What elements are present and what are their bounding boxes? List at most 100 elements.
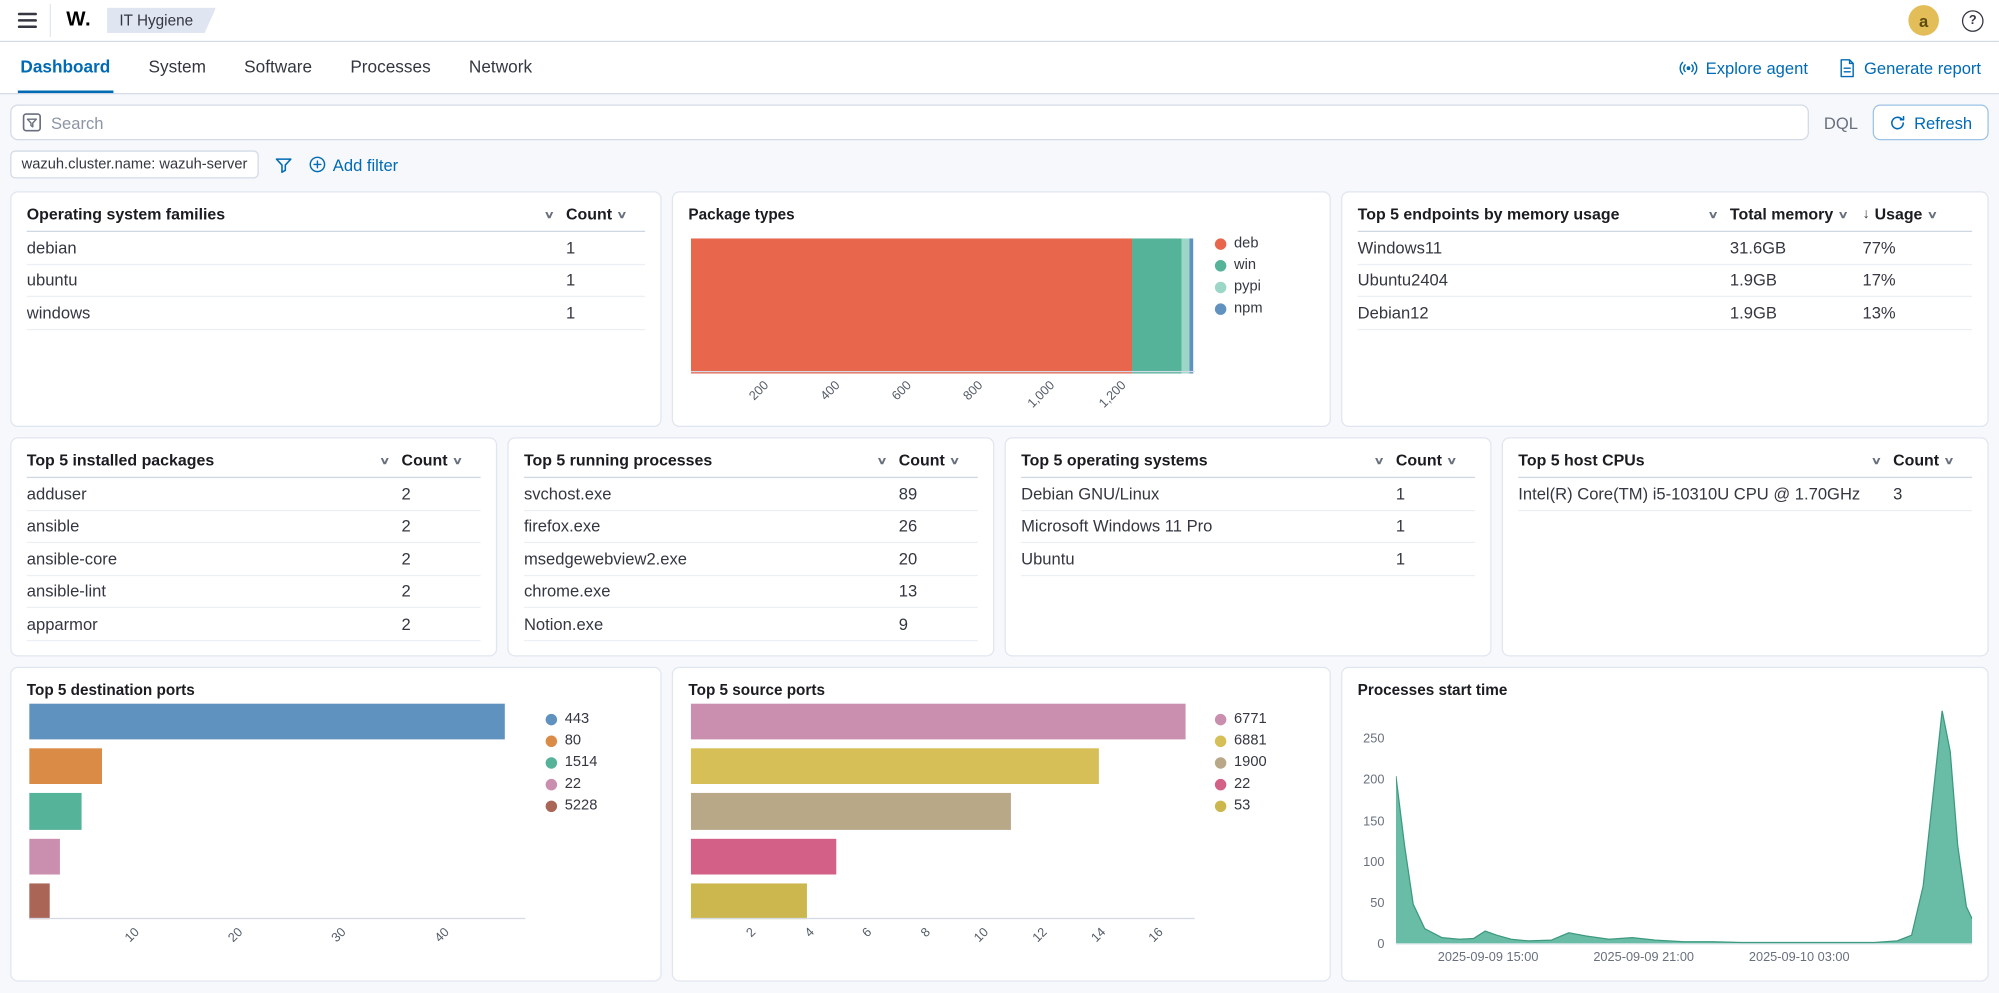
breadcrumb-it-hygiene[interactable]: IT Hygiene	[107, 8, 216, 33]
help-icon[interactable]: ?	[1962, 10, 1984, 32]
bar-80[interactable]	[29, 749, 101, 785]
bar-22[interactable]	[691, 838, 837, 874]
table-title: Top 5 running processes	[524, 451, 712, 469]
saved-query-icon[interactable]	[22, 112, 42, 132]
column-header-name[interactable]: Operating system families ∨	[27, 205, 566, 223]
bar-segment-pypi[interactable]	[1182, 238, 1189, 373]
x-axis-label: 2025-09-10 03:00	[1749, 951, 1850, 965]
bar-22[interactable]	[29, 838, 60, 874]
refresh-button[interactable]: Refresh	[1873, 105, 1988, 141]
bar-segment-win[interactable]	[1132, 238, 1182, 373]
cell-name: Ubuntu2404	[1358, 271, 1730, 290]
legend-dot	[546, 735, 557, 746]
cell-value: 1.9GB	[1730, 303, 1863, 322]
table-body: Windows1131.6GB77%Ubuntu24041.9GB17%Debi…	[1358, 232, 1972, 330]
tab-network[interactable]: Network	[466, 42, 534, 93]
x-tick-label: 20	[226, 926, 246, 946]
table-body: adduser2ansible2ansible-core2ansible-lin…	[27, 478, 481, 641]
plus-in-circle-icon	[309, 156, 327, 174]
legend-item-1514[interactable]: 1514	[546, 755, 645, 770]
table-title: Top 5 installed packages	[27, 451, 214, 469]
legend-item-pypi[interactable]: pypi	[1215, 279, 1314, 294]
bar-band	[29, 838, 525, 874]
legend-item-5228[interactable]: 5228	[546, 798, 645, 813]
generate-report-button[interactable]: Generate report	[1839, 58, 1981, 77]
wazuh-logo[interactable]: W.	[66, 9, 91, 32]
x-tick-label: 10	[123, 926, 143, 946]
column-header-count[interactable]: Count ∨	[1396, 451, 1475, 469]
column-header-name[interactable]: Top 5 endpoints by memory usage ∨	[1358, 205, 1730, 223]
cell-value: 1	[1396, 517, 1475, 536]
table-row: windows1	[27, 297, 645, 330]
legend-item-22[interactable]: 22	[546, 776, 645, 791]
area-series[interactable]	[1396, 711, 1972, 944]
column-header-name[interactable]: Top 5 operating systems ∨	[1021, 451, 1396, 469]
legend-label: 1900	[1234, 755, 1267, 770]
legend-item-443[interactable]: 443	[546, 711, 645, 726]
tab-software[interactable]: Software	[242, 42, 315, 93]
panel-package-types: Package types 2004006008001,0001,200 deb…	[672, 191, 1331, 427]
legend-item-80[interactable]: 80	[546, 733, 645, 748]
table-row: Windows1131.6GB77%	[1358, 232, 1972, 265]
legend-dot	[1215, 757, 1226, 768]
dql-language-toggle[interactable]: DQL	[1821, 113, 1860, 132]
cell-value: 2	[402, 582, 481, 601]
legend-item-6881[interactable]: 6881	[1215, 733, 1314, 748]
legend-item-win[interactable]: win	[1215, 258, 1314, 273]
table-body: debian1ubuntu1windows1	[27, 232, 645, 330]
legend-label: 6771	[1234, 711, 1267, 726]
legend-item-1900[interactable]: 1900	[1215, 755, 1314, 770]
x-tick-label: 400	[819, 379, 844, 404]
legend-label: pypi	[1234, 279, 1261, 294]
explore-agent-label: Explore agent	[1706, 58, 1808, 77]
panel-title: Package types	[688, 205, 1314, 223]
bar-1514[interactable]	[29, 793, 81, 829]
bar-6771[interactable]	[691, 704, 1186, 740]
tab-processes[interactable]: Processes	[348, 42, 433, 93]
bar-segment-npm[interactable]	[1189, 238, 1193, 373]
filter-pill[interactable]: wazuh.cluster.name: wazuh-server	[10, 150, 259, 178]
column-header-count[interactable]: Count ∨	[1893, 451, 1972, 469]
column-header-count[interactable]: Count ∨	[566, 205, 645, 223]
column-header-total-memory[interactable]: Total memory ∨	[1730, 205, 1863, 223]
table-row: firefox.exe26	[524, 511, 978, 544]
column-header-usage[interactable]: ↓ Usage ∨	[1862, 205, 1972, 223]
column-header-name[interactable]: Top 5 host CPUs ∨	[1518, 451, 1893, 469]
bar-1900[interactable]	[691, 793, 1011, 829]
bar-6881[interactable]	[691, 749, 1098, 785]
legend-item-53[interactable]: 53	[1215, 798, 1314, 813]
bar-5228[interactable]	[29, 883, 50, 919]
column-header-count[interactable]: Count ∨	[402, 451, 481, 469]
legend-dot	[1215, 281, 1226, 292]
add-filter-button[interactable]: Add filter	[309, 155, 399, 174]
chart-legend: 443 80 1514 22 5228	[528, 699, 645, 968]
menu-icon[interactable]	[15, 4, 51, 37]
bar-plot: 10203040	[27, 699, 528, 968]
search-input[interactable]	[51, 113, 1797, 132]
legend-item-6771[interactable]: 6771	[1215, 711, 1314, 726]
filter-funnel-icon[interactable]	[274, 155, 293, 174]
bar-53[interactable]	[691, 883, 807, 919]
panel-endpoints-memory: Top 5 endpoints by memory usage ∨ Total …	[1341, 191, 1989, 427]
tab-dashboard[interactable]: Dashboard	[18, 42, 113, 93]
column-header-count[interactable]: Count ∨	[899, 451, 978, 469]
cell-value: 2	[402, 517, 481, 536]
column-label: Count	[899, 451, 945, 469]
legend-item-22[interactable]: 22	[1215, 776, 1314, 791]
cell-name: Microsoft Windows 11 Pro	[1021, 517, 1396, 536]
panel-processes-start-time: Processes start time 050100150200250 202…	[1341, 667, 1989, 982]
column-header-name[interactable]: Top 5 running processes ∨	[524, 451, 899, 469]
bar-segment-deb[interactable]	[691, 238, 1132, 373]
broadcast-icon	[1679, 58, 1698, 77]
table-body: Debian GNU/Linux1Microsoft Windows 11 Pr…	[1021, 478, 1475, 576]
avatar[interactable]: a	[1908, 5, 1939, 36]
bar-443[interactable]	[29, 704, 504, 740]
column-header-name[interactable]: Top 5 installed packages ∨	[27, 451, 402, 469]
explore-agent-button[interactable]: Explore agent	[1679, 58, 1808, 77]
tab-system[interactable]: System	[146, 42, 208, 93]
legend-item-npm[interactable]: npm	[1215, 301, 1314, 316]
cell-value: 1	[1396, 484, 1475, 503]
cell-name: ubuntu	[27, 271, 566, 290]
table-row: svchost.exe89	[524, 478, 978, 511]
legend-item-deb[interactable]: deb	[1215, 236, 1314, 251]
